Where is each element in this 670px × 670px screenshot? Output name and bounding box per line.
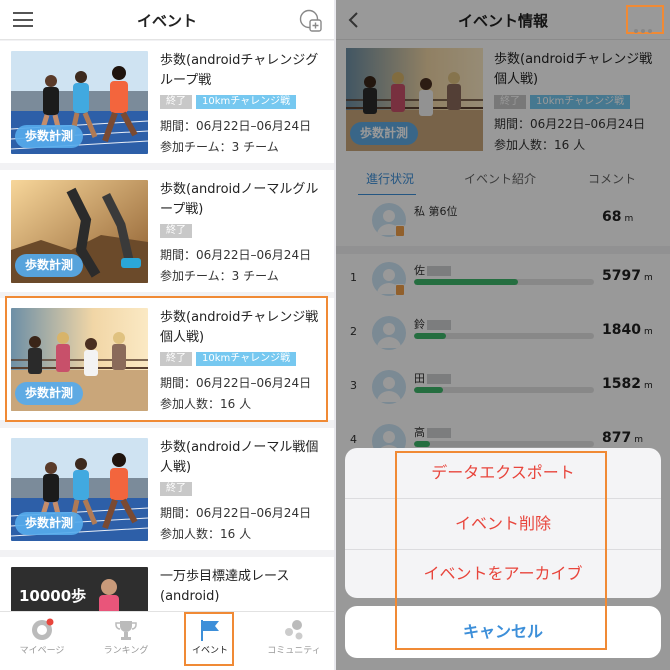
event-list-screen: イベント 歩数計測 歩数(androidチャレンジグループ戦 終了 10kmチャレ… [0, 0, 334, 670]
highlight-frame [395, 451, 607, 650]
event-card[interactable]: 歩数計測 歩数(androidチャレンジグループ戦 終了 10kmチャレンジ戦 期… [0, 41, 334, 163]
event-title: 歩数(androidノーマルグループ戦) [160, 182, 319, 217]
category-badge: 10kmチャレンジ戦 [196, 95, 297, 109]
mypage-icon [30, 618, 54, 642]
trophy-icon [114, 618, 138, 642]
event-thumbnail: 歩数計測 [11, 180, 148, 283]
highlight-frame [184, 612, 234, 666]
event-title: 一万歩目標達成レース(android) [160, 569, 290, 604]
event-period: 期間：06月22日–06月24日 [160, 248, 312, 262]
event-card[interactable]: 歩数計測 歩数(androidノーマルグループ戦) 終了 期間：06月22日–0… [0, 170, 334, 292]
status-badge: 終了 [160, 224, 192, 238]
event-thumbnail: 歩数計測 [11, 438, 148, 541]
event-title: 歩数(androidノーマル戦個人戦) [160, 440, 319, 475]
status-badge: 終了 [160, 482, 192, 496]
tab-mypage[interactable]: マイページ [0, 612, 84, 670]
event-card[interactable]: 歩数計測 歩数(androidノーマル戦個人戦) 終了 期間：06月22日–06… [0, 428, 334, 550]
tab-community[interactable]: コミュニティ [252, 612, 334, 670]
thumbnail-text: 10000歩 [19, 587, 87, 605]
event-participants: 参加人数：16 人 [160, 527, 252, 541]
event-list-header: イベント [0, 0, 334, 40]
community-icon [282, 618, 306, 642]
event-participants: 参加チーム：3 チーム [160, 269, 279, 283]
add-event-icon[interactable] [298, 8, 322, 32]
event-card[interactable]: 10000歩 一万歩目標達成レース(android) [0, 557, 334, 627]
page-title: イベント [136, 12, 197, 30]
step-measure-badge: 歩数計測 [15, 254, 84, 277]
event-thumbnail: 歩数計測 [11, 51, 148, 154]
highlight-frame [5, 296, 328, 422]
tab-ranking[interactable]: ランキング [84, 612, 168, 670]
status-badge: 終了 [160, 95, 192, 109]
bottom-tab-bar: マイページ ランキング イベント コミュニティ [0, 611, 334, 670]
event-detail-screen: イベント情報 歩数計測 歩数(androidチャレンジ戦個人戦) 終了 10kmチ… [336, 0, 670, 670]
step-measure-badge: 歩数計測 [15, 512, 84, 535]
event-period: 期間：06月22日–06月24日 [160, 119, 312, 133]
event-participants: 参加チーム：3 チーム [160, 140, 279, 154]
event-title: 歩数(androidチャレンジグループ戦 [160, 53, 319, 88]
event-period: 期間：06月22日–06月24日 [160, 506, 312, 520]
more-options-button[interactable] [626, 5, 664, 34]
step-measure-badge: 歩数計測 [15, 125, 84, 148]
more-icon [634, 18, 655, 37]
